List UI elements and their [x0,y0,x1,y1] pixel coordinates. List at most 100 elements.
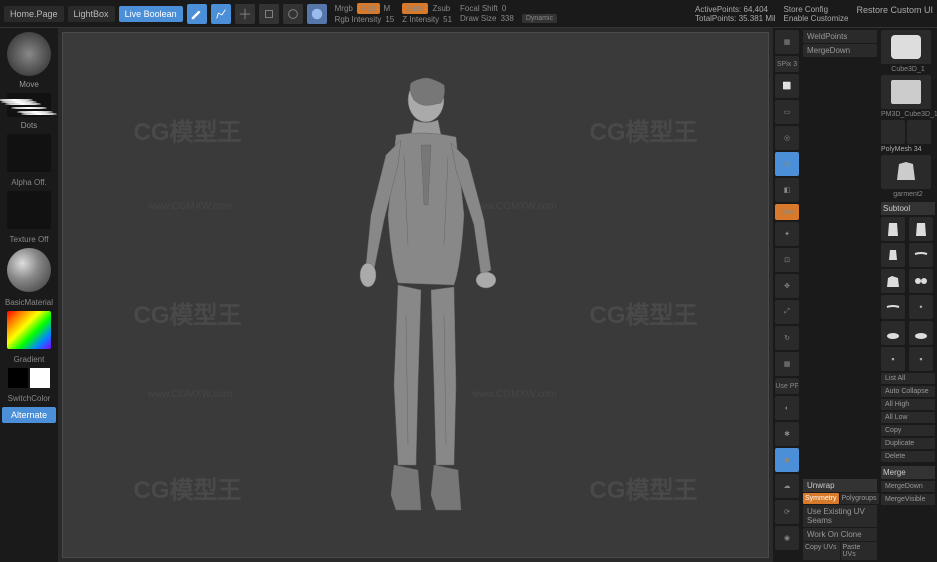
activepoints-label: ActivePoints: [695,5,741,14]
home-button[interactable]: Home.Page [4,6,64,22]
alternate-button[interactable]: Alternate [2,407,56,423]
geo-button[interactable]: Geo [775,204,799,220]
move-icon[interactable]: ✥ [775,274,799,298]
switchcolor-label[interactable]: SwitchColor [8,394,51,403]
subtool-item[interactable]: ▪ [909,347,933,371]
copy-uvs-button[interactable]: Copy UVs [803,542,840,560]
subtool-header[interactable]: Subtool [881,202,935,215]
drawsize-value[interactable]: 338 [500,14,513,23]
subtool-item[interactable]: • [909,295,933,319]
persp-icon[interactable]: ⬜ [775,74,799,98]
z-intensity-value[interactable]: 51 [443,15,452,24]
subtool-item[interactable] [881,269,905,293]
liveboolean-button[interactable]: Live Boolean [119,6,183,22]
wrap-icon[interactable]: ⟳ [775,500,799,524]
render-icon[interactable]: ◉ [775,526,799,550]
watermark: CG模型王 [590,295,698,330]
xpose-icon[interactable]: ✱ [775,422,799,446]
focal-value[interactable]: 0 [502,4,506,13]
scale-mode-icon[interactable] [259,4,279,24]
ghost-icon[interactable]: ☁ [775,474,799,498]
swatch-white[interactable] [30,368,50,388]
polygroups-button[interactable]: Polygroups [840,493,879,504]
aa-icon[interactable]: ◧ [775,178,799,202]
edit-icon[interactable] [187,4,207,24]
frame-icon[interactable]: ⊞ [775,152,799,176]
alpha-preview[interactable] [7,134,51,172]
polyframe-icon[interactable]: ▦ [775,352,799,376]
texture-preview[interactable] [7,191,51,229]
garment-label: garment2 [881,191,935,198]
zsub-label[interactable]: Zsub [432,4,450,13]
list-all-button[interactable]: List All [881,373,935,384]
mergedown-button[interactable]: MergeDown [803,44,877,57]
enablecustomize-button[interactable]: Enable Customize [784,14,849,23]
brush-preview[interactable] [7,32,51,76]
solo-icon[interactable]: ◐ [775,396,799,420]
delete-button[interactable]: Delete [881,451,935,462]
draw-icon[interactable] [211,4,231,24]
mergedown-button[interactable]: MergeDown [881,481,935,492]
dynamic-button[interactable]: Dynamic [522,14,557,23]
color-picker[interactable] [7,311,51,349]
all-high-button[interactable]: All High [881,399,935,410]
lightbox-button[interactable]: LightBox [68,6,115,22]
subtool-item[interactable] [909,217,933,241]
move-mode-icon[interactable] [235,4,255,24]
duplicate-button[interactable]: Duplicate [881,438,935,449]
subtool-item[interactable] [881,217,905,241]
polymesh-thumb[interactable] [881,120,905,144]
use-existing-button[interactable]: Use Existing UV Seams [803,505,877,527]
usepf-button[interactable]: Use PF [775,378,799,394]
tool-icon[interactable]: ▦ [775,30,799,54]
copy-button[interactable]: Copy [881,425,935,436]
swatch-black[interactable] [8,368,28,388]
weldpoints-button[interactable]: WeldPoints [803,30,877,43]
work-on-clone-button[interactable]: Work On Clone [803,528,877,541]
tool-thumb-2[interactable] [881,75,931,109]
gizmo-icon[interactable] [307,4,327,24]
local-icon[interactable]: ◎ [775,126,799,150]
merge-header[interactable]: Merge [881,466,935,479]
restoreui-button[interactable]: Restore Custom UI [856,5,933,15]
subtool-item[interactable] [909,321,933,345]
rgb-button[interactable]: Rgb [357,3,380,14]
z-intensity-label: Z Intensity [402,15,439,24]
rgb-intensity-value[interactable]: 15 [385,15,394,24]
stroke-preview[interactable] [7,93,51,117]
mrgb-label: Mrgb [335,4,353,13]
mergevisible-button[interactable]: MergeVisible [881,494,935,505]
character-model[interactable] [326,65,506,525]
subtool-item[interactable] [909,269,933,293]
auto-collapse-button[interactable]: Auto Collapse [881,386,935,397]
subtool-item[interactable]: ▪ [881,347,905,371]
tool-thumb[interactable] [881,30,931,64]
xyz-icon[interactable]: ✦ [775,222,799,246]
paste-uvs-button[interactable]: Paste UVs [841,542,878,560]
viewport[interactable]: CG模型王 CG模型王 CG模型王 CG模型王 CG模型王 CG模型王 www.… [62,32,769,558]
subtool-item[interactable] [881,243,905,267]
rotate-icon[interactable]: ↻ [775,326,799,350]
zadd-button[interactable]: Zadd [402,3,428,14]
subtool-item[interactable] [909,243,933,267]
watermark: CG模型王 [134,470,242,505]
uv-panel: WeldPoints MergeDown Unwrap Symmetry Pol… [801,28,879,562]
rotate-mode-icon[interactable] [283,4,303,24]
symmetry-button[interactable]: Symmetry [803,493,839,504]
subtool-item[interactable] [881,321,905,345]
material-label: BasicMaterial [5,298,53,307]
floor-icon[interactable]: ▭ [775,100,799,124]
unwrap-section[interactable]: Unwrap [803,479,877,492]
transparent-icon[interactable]: ◼ [775,448,799,472]
fit-icon[interactable]: ⊡ [775,248,799,272]
garment-thumb[interactable] [881,155,931,189]
stroke-label: Dots [21,121,37,130]
material-preview[interactable] [7,248,51,292]
thumb-34[interactable] [907,120,931,144]
storeconfig-button[interactable]: Store Config [784,5,849,14]
subtool-item[interactable] [881,295,905,319]
all-low-button[interactable]: All Low [881,412,935,423]
watermark: CG模型王 [134,112,242,147]
spix-button[interactable]: SPix 3 [775,56,799,72]
scale-icon[interactable]: ⤢ [775,300,799,324]
